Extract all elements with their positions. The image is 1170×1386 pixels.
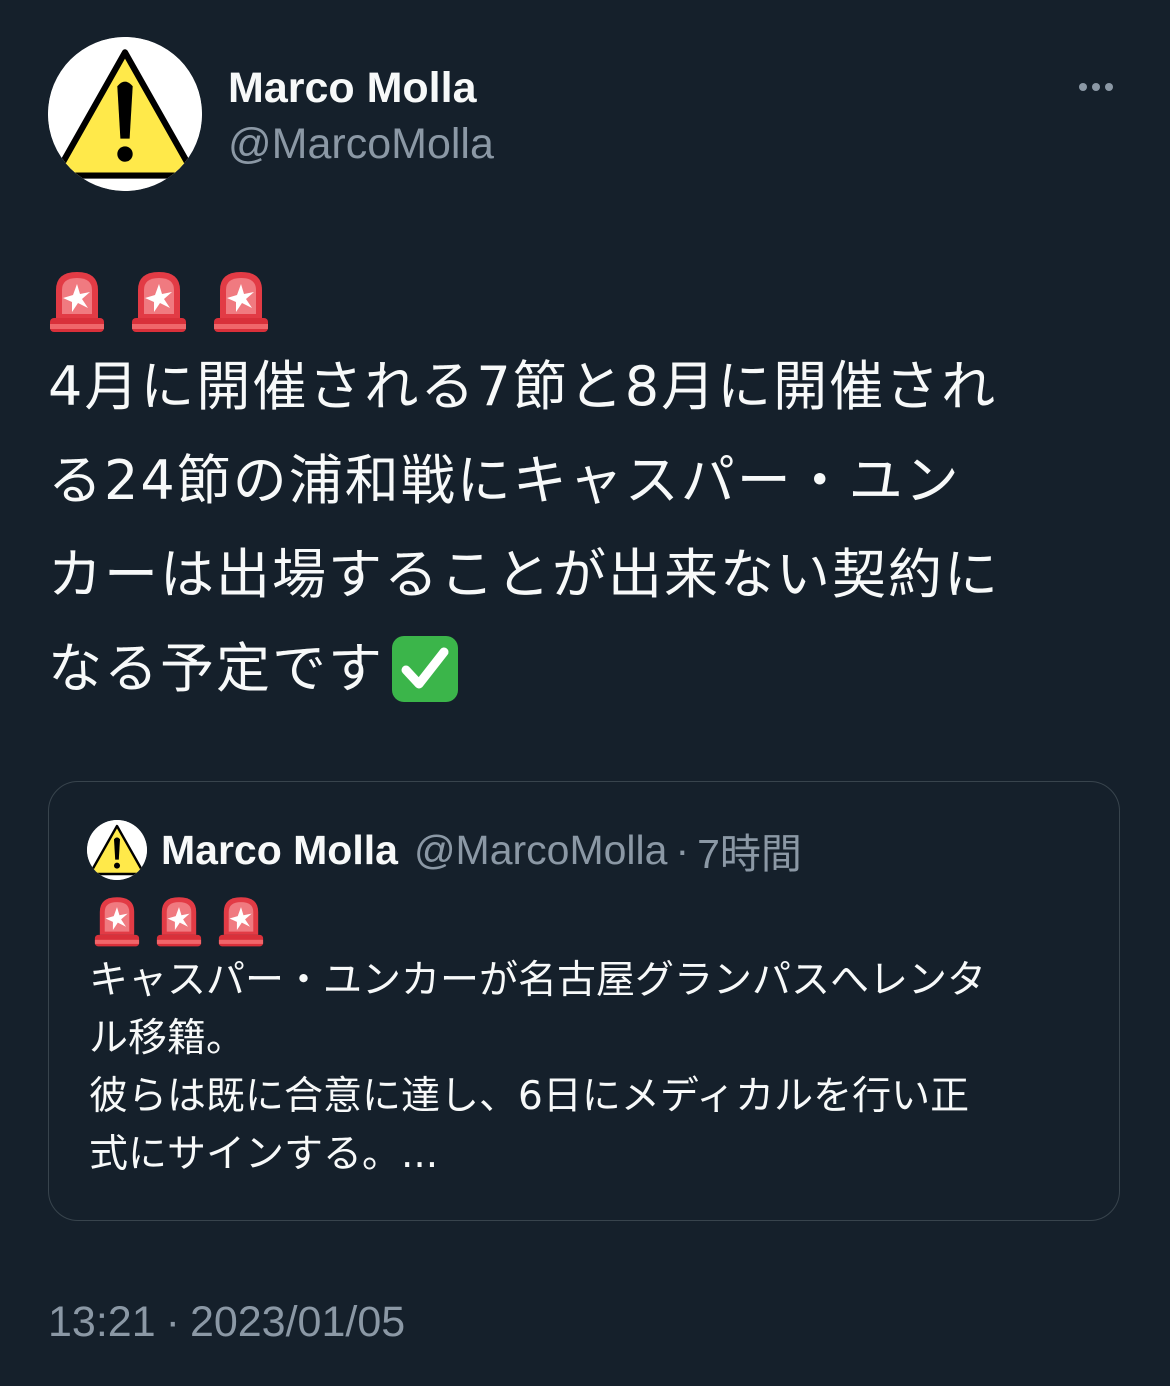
tweet-text-line-last: なる予定です	[48, 622, 1128, 716]
quoted-avatar	[87, 820, 147, 880]
quoted-tweet-header: Marco Molla @MarcoMolla · 7時間	[87, 820, 802, 880]
quoted-text-line: ル移籍。	[89, 1016, 246, 1061]
quoted-time: 7時間	[697, 831, 802, 877]
quoted-text-line: 彼らは既に合意に達し、6日にメディカルを行い正	[89, 1074, 970, 1119]
tweet-timestamp[interactable]: 13:21 · 2023/01/05	[48, 1296, 405, 1348]
timestamp-time: 13:21	[48, 1298, 156, 1346]
quoted-tweet-body: キャスパー・ユンカーが名古屋グランパスへレンタ ル移籍。 彼らは既に合意に達し、…	[89, 952, 986, 1184]
tweet-body: 4月に開催される7節と8月に開催され る24節の浦和戦にキャスパー・ユン カーは…	[48, 262, 1128, 716]
check-mark-button-icon	[390, 634, 460, 704]
police-car-light-icon	[217, 894, 265, 948]
more-horizontal-icon	[1079, 83, 1087, 91]
quoted-tweet-card[interactable]: Marco Molla @MarcoMolla · 7時間 キャスパー・ユンカー…	[48, 781, 1120, 1221]
quoted-text-line: 式にサインする。...	[89, 1132, 439, 1177]
more-options-button[interactable]	[1068, 70, 1124, 104]
timestamp-date: 2023/01/05	[189, 1298, 406, 1346]
police-car-light-icon	[130, 268, 188, 334]
police-car-light-icon	[155, 894, 203, 948]
tweet-text-line: なる予定です	[48, 637, 384, 700]
timestamp-separator: ·	[165, 1298, 180, 1346]
quoted-handle: @MarcoMolla	[413, 826, 668, 873]
quoted-emoji-row	[93, 894, 265, 948]
author-handle[interactable]: @MarcoMolla	[228, 118, 494, 170]
quoted-text-line: キャスパー・ユンカーが名古屋グランパスへレンタ	[89, 958, 987, 1003]
warning-sign-icon	[87, 820, 147, 880]
warning-sign-icon	[48, 37, 202, 191]
tweet-text-line: る24節の浦和戦にキャスパー・ユン	[48, 449, 961, 512]
police-car-light-icon	[48, 268, 106, 334]
quoted-separator: ·	[675, 826, 690, 873]
tweet-text-line: 4月に開催される7節と8月に開催され	[48, 355, 998, 418]
police-car-light-icon	[93, 894, 141, 948]
quoted-display-name: Marco Molla	[161, 826, 398, 873]
police-car-light-icon	[212, 268, 270, 334]
avatar[interactable]	[48, 37, 202, 191]
author-display-name[interactable]: Marco Molla	[228, 62, 477, 114]
emoji-row	[48, 262, 1128, 334]
tweet-text-line: カーは出場することが出来ない契約に	[48, 543, 1000, 606]
